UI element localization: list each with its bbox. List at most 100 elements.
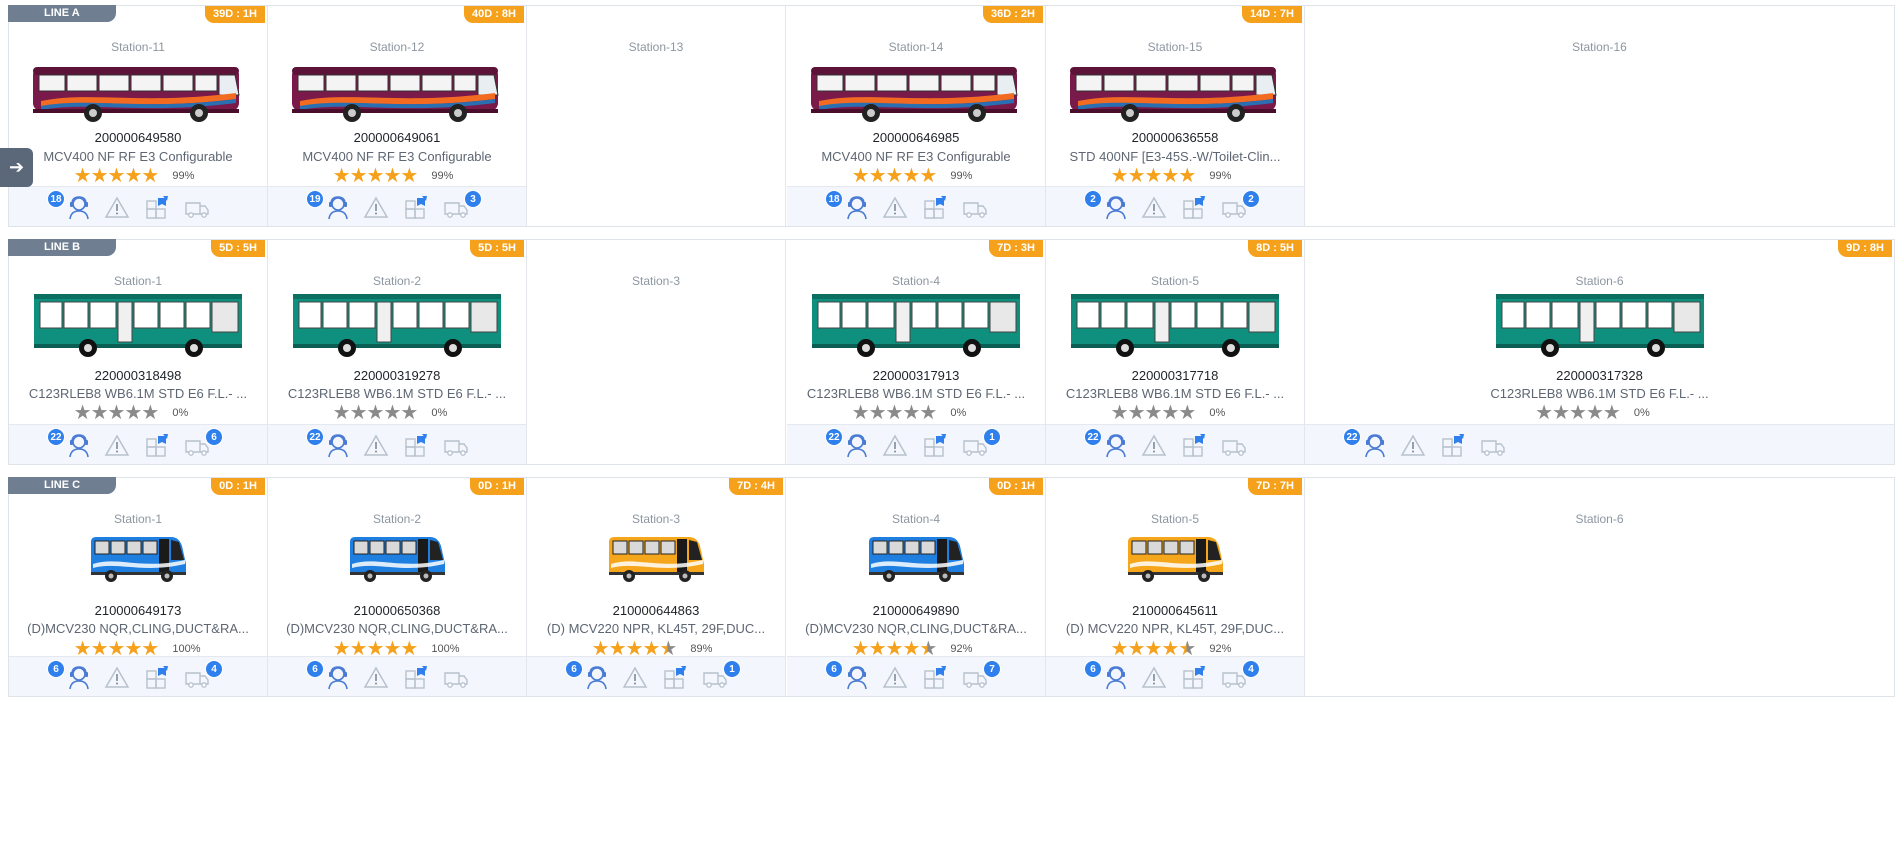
delivery-van-icon[interactable] [1479, 432, 1507, 458]
parts-icon[interactable] [1180, 194, 1208, 220]
station-cell[interactable]: Station-6 [1305, 478, 1894, 696]
parts-icon[interactable] [143, 194, 171, 220]
bus-image[interactable] [787, 534, 1045, 589]
station-cell[interactable]: Station-1 5D : 5H 220000318498 C123RLEB8 W… [9, 240, 268, 464]
station-cell[interactable]: Station-13 [527, 6, 786, 226]
operator-icon[interactable]: 6 [306, 660, 352, 690]
bus-image[interactable] [1046, 61, 1304, 128]
warning-icon[interactable] [103, 432, 131, 458]
station-cell[interactable]: Station-6 9D : 8H 220000317328 C123RLEB8 W… [1305, 240, 1894, 464]
vehicle-id[interactable]: 220000319278 [268, 368, 526, 383]
delivery-van-icon[interactable]: 7 [961, 660, 1001, 690]
station-cell[interactable]: Station-1 0D : 1H 210000649173 (D)MCV230 N… [9, 478, 268, 696]
operator-icon[interactable]: 6 [47, 660, 93, 690]
parts-icon[interactable] [921, 432, 949, 458]
vehicle-id[interactable]: 210000644863 [527, 603, 785, 618]
warning-icon[interactable] [881, 194, 909, 220]
sidebar-toggle-button[interactable]: ➔ [0, 148, 33, 187]
vehicle-id[interactable]: 200000649061 [268, 130, 526, 145]
warning-icon[interactable] [1140, 432, 1168, 458]
operator-icon[interactable]: 22 [47, 428, 93, 458]
delivery-van-icon[interactable]: 1 [701, 660, 741, 690]
station-cell[interactable]: Station-2 0D : 1H 210000650368 (D)MCV230 N… [268, 478, 527, 696]
station-cell[interactable]: Station-5 8D : 5H 220000317718 C123RLEB8 W… [1046, 240, 1305, 464]
delivery-van-icon[interactable] [1220, 432, 1248, 458]
operator-icon[interactable]: 19 [306, 190, 352, 220]
station-cell[interactable]: Station-15 14D : 7H 200000636558 STD 400NF… [1046, 6, 1305, 226]
warning-icon[interactable] [621, 664, 649, 690]
vehicle-id[interactable]: 200000636558 [1046, 130, 1304, 145]
bus-image[interactable] [9, 61, 267, 128]
station-cell[interactable]: Station-5 7D : 7H 210000645611 (D) MCV220 … [1046, 478, 1305, 696]
parts-icon[interactable] [1180, 432, 1208, 458]
delivery-van-icon[interactable] [442, 432, 470, 458]
parts-icon[interactable] [1439, 432, 1467, 458]
warning-icon[interactable] [1140, 664, 1168, 690]
parts-icon[interactable] [143, 432, 171, 458]
parts-icon[interactable] [402, 664, 430, 690]
bus-image[interactable] [1305, 292, 1894, 365]
vehicle-id[interactable]: 220000317328 [1305, 368, 1894, 383]
bus-image[interactable] [268, 61, 526, 128]
warning-icon[interactable] [103, 664, 131, 690]
delivery-van-icon[interactable]: 6 [183, 428, 223, 458]
parts-icon[interactable] [402, 432, 430, 458]
vehicle-id[interactable]: 210000645611 [1046, 603, 1304, 618]
bus-image[interactable] [787, 292, 1045, 365]
operator-icon[interactable]: 22 [1343, 428, 1389, 458]
warning-icon[interactable] [103, 194, 131, 220]
operator-icon[interactable]: 18 [825, 190, 871, 220]
warning-icon[interactable] [881, 664, 909, 690]
delivery-van-icon[interactable] [961, 194, 989, 220]
warning-icon[interactable] [362, 432, 390, 458]
vehicle-id[interactable]: 200000649580 [9, 130, 267, 145]
warning-icon[interactable] [362, 664, 390, 690]
station-cell[interactable]: Station-4 7D : 3H 220000317913 C123RLEB8 W… [787, 240, 1046, 464]
delivery-van-icon[interactable] [183, 194, 211, 220]
station-cell[interactable]: Station-11 39D : 1H 200000649580 MCV400 NF… [9, 6, 268, 226]
vehicle-id[interactable]: 220000317913 [787, 368, 1045, 383]
delivery-van-icon[interactable]: 4 [183, 660, 223, 690]
operator-icon[interactable]: 18 [47, 190, 93, 220]
vehicle-id[interactable]: 210000649173 [9, 603, 267, 618]
warning-icon[interactable] [1140, 194, 1168, 220]
operator-icon[interactable]: 22 [306, 428, 352, 458]
delivery-van-icon[interactable]: 2 [1220, 190, 1260, 220]
delivery-van-icon[interactable]: 3 [442, 190, 482, 220]
station-cell[interactable]: Station-14 36D : 2H 200000646985 MCV400 NF… [787, 6, 1046, 226]
bus-image[interactable] [527, 534, 785, 589]
operator-icon[interactable]: 6 [565, 660, 611, 690]
vehicle-id[interactable]: 210000649890 [787, 603, 1045, 618]
station-cell[interactable]: Station-12 40D : 8H 200000649061 MCV400 NF… [268, 6, 527, 226]
bus-image[interactable] [9, 534, 267, 589]
operator-icon[interactable]: 22 [1084, 428, 1130, 458]
operator-icon[interactable]: 6 [825, 660, 871, 690]
station-cell[interactable]: Station-2 5D : 5H 220000319278 C123RLEB8 W… [268, 240, 527, 464]
parts-icon[interactable] [402, 194, 430, 220]
delivery-van-icon[interactable]: 1 [961, 428, 1001, 458]
parts-icon[interactable] [143, 664, 171, 690]
operator-icon[interactable]: 22 [825, 428, 871, 458]
station-cell[interactable]: Station-3 [527, 240, 786, 464]
station-cell[interactable]: Station-16 [1305, 6, 1894, 226]
parts-icon[interactable] [921, 194, 949, 220]
delivery-van-icon[interactable]: 4 [1220, 660, 1260, 690]
bus-image[interactable] [268, 534, 526, 589]
warning-icon[interactable] [881, 432, 909, 458]
station-cell[interactable]: Station-4 0D : 1H 210000649890 (D)MCV230 N… [787, 478, 1046, 696]
warning-icon[interactable] [1399, 432, 1427, 458]
operator-icon[interactable]: 6 [1084, 660, 1130, 690]
warning-icon[interactable] [362, 194, 390, 220]
bus-image[interactable] [1046, 292, 1304, 365]
parts-icon[interactable] [661, 664, 689, 690]
vehicle-id[interactable]: 210000650368 [268, 603, 526, 618]
vehicle-id[interactable]: 200000646985 [787, 130, 1045, 145]
vehicle-id[interactable]: 220000318498 [9, 368, 267, 383]
parts-icon[interactable] [1180, 664, 1208, 690]
vehicle-id[interactable]: 220000317718 [1046, 368, 1304, 383]
bus-image[interactable] [787, 61, 1045, 128]
station-cell[interactable]: Station-3 7D : 4H 210000644863 (D) MCV220 … [527, 478, 786, 696]
operator-icon[interactable]: 2 [1084, 190, 1130, 220]
bus-image[interactable] [9, 292, 267, 365]
bus-image[interactable] [1046, 534, 1304, 589]
